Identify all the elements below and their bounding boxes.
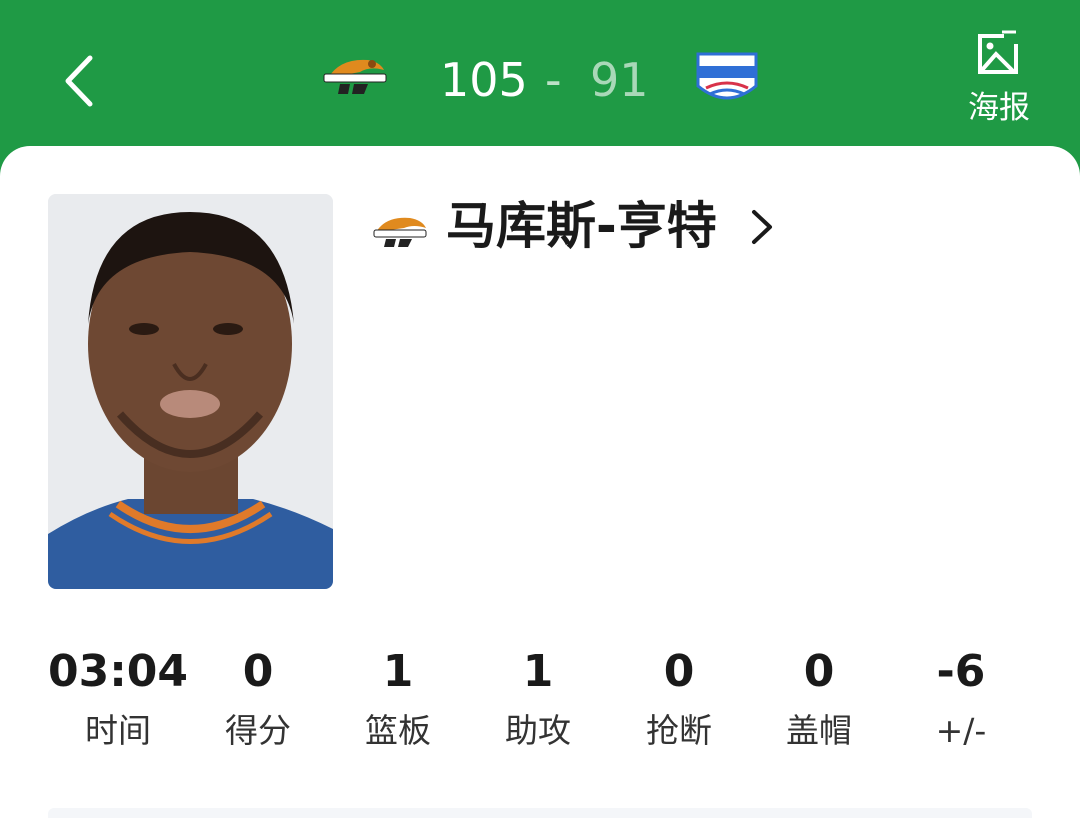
back-button[interactable] bbox=[56, 46, 116, 116]
stat-value: 0 bbox=[663, 646, 695, 697]
top-bar: 105 - 91 海报 bbox=[0, 0, 1080, 150]
stat-rebounds: 1 篮板 bbox=[323, 641, 473, 759]
player-name: 马库斯-亨特 bbox=[446, 197, 717, 255]
leopards-logo-icon bbox=[373, 217, 427, 247]
stat-value: 0 bbox=[242, 646, 274, 697]
stat-steals: 0 抢断 bbox=[604, 641, 754, 759]
player-team-logo bbox=[370, 210, 430, 250]
stat-blocks: 0 盖帽 bbox=[744, 641, 894, 759]
leopards-logo-icon bbox=[323, 59, 387, 94]
away-score: 91 bbox=[590, 53, 649, 107]
home-team-logo[interactable] bbox=[320, 48, 390, 100]
stat-label: 抢断 bbox=[646, 711, 712, 750]
stat-label: +/- bbox=[935, 711, 987, 750]
player-portrait-icon bbox=[48, 194, 333, 589]
stat-label: 时间 bbox=[85, 711, 151, 750]
stat-plus-minus: -6 +/- bbox=[886, 641, 1036, 759]
player-card: 马库斯-亨特 03:04 时间 0 得分 1 篮板 1 助攻 0 抢断 0 盖帽 bbox=[0, 146, 1080, 818]
stat-label: 得分 bbox=[225, 711, 291, 750]
stat-value: 0 bbox=[803, 646, 835, 697]
next-section-edge bbox=[48, 808, 1032, 818]
stat-label: 盖帽 bbox=[786, 711, 852, 750]
pioneers-logo-icon bbox=[696, 52, 758, 100]
poster-label: 海报 bbox=[968, 90, 1030, 126]
chevron-left-icon bbox=[65, 55, 93, 107]
player-name-link[interactable]: 马库斯-亨特 bbox=[370, 196, 1030, 256]
away-team-logo[interactable] bbox=[692, 48, 762, 100]
stat-assists: 1 助攻 bbox=[463, 641, 613, 759]
stat-points: 0 得分 bbox=[183, 641, 333, 759]
image-icon bbox=[978, 30, 1018, 74]
home-score: 105 bbox=[440, 53, 528, 107]
stats-row: 03:04 时间 0 得分 1 篮板 1 助攻 0 抢断 0 盖帽 -6 +/- bbox=[40, 641, 1040, 761]
stat-value: 03:04 bbox=[47, 646, 189, 697]
stat-value: 1 bbox=[382, 646, 414, 697]
stat-label: 助攻 bbox=[505, 711, 571, 750]
scoreboard: 105 - 91 bbox=[300, 40, 780, 120]
stat-label: 篮板 bbox=[365, 711, 431, 750]
player-photo bbox=[48, 194, 333, 589]
stat-value: 1 bbox=[522, 646, 554, 697]
score-separator: - bbox=[545, 53, 562, 107]
chevron-right-icon bbox=[752, 210, 772, 244]
stat-minutes: 03:04 时间 bbox=[43, 641, 193, 759]
stat-value: -6 bbox=[936, 646, 986, 697]
poster-button[interactable]: 海报 bbox=[958, 30, 1040, 130]
